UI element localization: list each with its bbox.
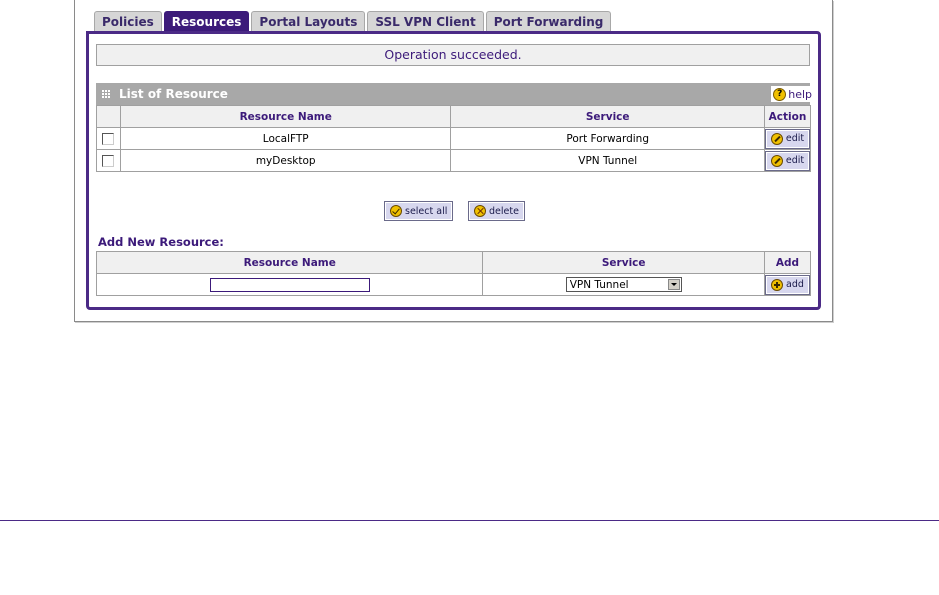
resource-name-input[interactable] <box>209 277 370 292</box>
add-column-header-add: Add <box>764 251 811 274</box>
resource-name-cell: LocalFTP <box>119 127 452 150</box>
add-service-cell: VPN Tunnel <box>482 273 765 296</box>
column-header-resource-name: Resource Name <box>119 105 452 128</box>
delete-button[interactable]: delete <box>468 201 525 221</box>
tab-port-forwarding[interactable]: Port Forwarding <box>485 11 612 31</box>
tab-portal-layouts[interactable]: Portal Layouts <box>251 11 366 31</box>
admin-frame: Policies Resources Portal Layouts SSL VP… <box>74 0 833 322</box>
list-section-title: List of Resource <box>119 87 228 101</box>
add-action-cell: add <box>764 273 811 296</box>
service-cell: Port Forwarding <box>450 127 765 150</box>
row-checkbox[interactable] <box>102 132 115 145</box>
edit-label: edit <box>785 155 805 166</box>
row-select-cell <box>96 127 121 150</box>
select-all-label: select all <box>405 205 448 217</box>
add-button[interactable]: add <box>765 274 810 295</box>
select-column-header <box>96 105 121 128</box>
delete-label: delete <box>489 205 519 217</box>
select-all-wrapper: select all <box>383 201 454 221</box>
column-header-service: Service <box>450 105 765 128</box>
service-select[interactable]: VPN Tunnel <box>565 277 682 292</box>
select-all-button[interactable]: select all <box>383 201 454 221</box>
row-select-cell <box>96 149 121 172</box>
add-table-header-row: Resource Name Service Add <box>95 251 811 274</box>
row-checkbox[interactable] <box>102 154 115 167</box>
service-cell: VPN Tunnel <box>450 149 765 172</box>
tab-ssl-vpn-client[interactable]: SSL VPN Client <box>367 11 484 31</box>
list-section-header: List of Resource ? help <box>96 83 814 105</box>
table-row: myDesktop VPN Tunnel edit <box>96 149 812 172</box>
delete-icon <box>474 205 486 217</box>
pencil-icon <box>770 132 783 145</box>
edit-label: edit <box>785 133 805 144</box>
add-label: add <box>786 279 804 290</box>
resource-table: Resource Name Service Action LocalFTP Po… <box>96 105 812 172</box>
status-message: Operation succeeded. <box>96 44 810 66</box>
edit-button[interactable]: edit <box>764 128 811 149</box>
help-label: help <box>788 87 812 101</box>
add-resource-table: Resource Name Service Add VPN Tunnel add <box>95 251 811 296</box>
resource-name-cell: myDesktop <box>119 149 452 172</box>
edit-button[interactable]: edit <box>764 150 811 171</box>
action-cell: edit <box>763 127 812 150</box>
tab-bar: Policies Resources Portal Layouts SSL VP… <box>94 11 612 31</box>
content-panel: Operation succeeded. List of Resource ? … <box>86 31 821 310</box>
dropdown-arrow-icon <box>667 279 680 290</box>
table-header-row: Resource Name Service Action <box>96 105 812 128</box>
table-row: LocalFTP Port Forwarding edit <box>96 127 812 150</box>
help-link[interactable]: ? help <box>771 86 814 102</box>
tab-policies[interactable]: Policies <box>94 11 162 31</box>
add-name-cell <box>95 273 484 296</box>
grip-icon <box>102 90 110 98</box>
help-icon: ? <box>773 87 787 101</box>
plus-icon <box>771 278 784 291</box>
add-column-header-resource-name: Resource Name <box>95 251 484 274</box>
column-header-action: Action <box>763 105 812 128</box>
service-select-value: VPN Tunnel <box>569 278 629 291</box>
delete-wrapper: delete <box>468 201 525 221</box>
add-row: VPN Tunnel add <box>95 273 811 296</box>
pencil-icon <box>770 154 783 167</box>
add-column-header-service: Service <box>482 251 765 274</box>
tab-resources[interactable]: Resources <box>163 11 250 31</box>
page-divider <box>0 520 939 521</box>
checkmark-icon <box>390 205 402 217</box>
add-section-title: Add New Resource: <box>98 235 224 249</box>
action-cell: edit <box>763 149 812 172</box>
